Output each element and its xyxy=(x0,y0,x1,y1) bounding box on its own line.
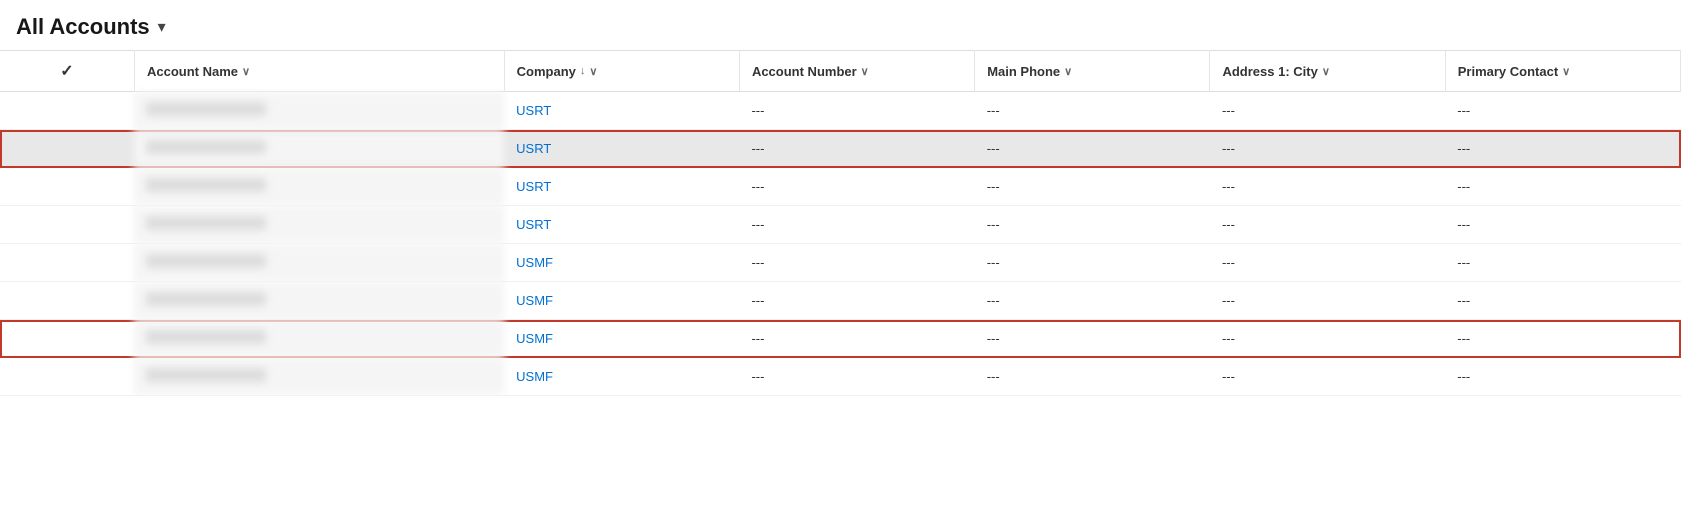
table-row[interactable]: USMF------------ xyxy=(0,358,1681,396)
cell-main-phone: --- xyxy=(975,168,1210,206)
page-header: All Accounts ▾ xyxy=(0,0,1681,50)
cell-company[interactable]: USMF xyxy=(504,282,739,320)
col-label-primary-contact: Primary Contact xyxy=(1458,64,1558,79)
cell-address-city: --- xyxy=(1210,244,1445,282)
cell-address-city: --- xyxy=(1210,282,1445,320)
col-sort-down-company: ↓ xyxy=(580,65,586,77)
cell-main-phone: --- xyxy=(975,206,1210,244)
table-row[interactable]: USRT------------ xyxy=(0,168,1681,206)
cell-check[interactable] xyxy=(0,320,134,358)
col-sort-chevron-address-city: ∨ xyxy=(1322,65,1330,78)
header-checkmark-icon: ✓ xyxy=(60,63,73,80)
table-row[interactable]: USRT------------ xyxy=(0,206,1681,244)
cell-primary-contact: --- xyxy=(1445,92,1680,130)
cell-account-number: --- xyxy=(739,168,974,206)
page-title: All Accounts xyxy=(16,14,150,40)
cell-primary-contact: --- xyxy=(1445,320,1680,358)
cell-address-city: --- xyxy=(1210,206,1445,244)
cell-company[interactable]: USRT xyxy=(504,168,739,206)
col-label-company: Company xyxy=(517,64,576,79)
cell-check[interactable] xyxy=(0,130,134,168)
cell-check[interactable] xyxy=(0,358,134,396)
cell-account-name[interactable] xyxy=(134,168,504,206)
cell-main-phone: --- xyxy=(975,244,1210,282)
title-chevron-icon[interactable]: ▾ xyxy=(158,17,166,37)
cell-address-city: --- xyxy=(1210,130,1445,168)
cell-company[interactable]: USRT xyxy=(504,92,739,130)
cell-account-name[interactable] xyxy=(134,358,504,396)
cell-account-name[interactable] xyxy=(134,244,504,282)
cell-check[interactable] xyxy=(0,244,134,282)
col-sort-chevron-account-name: ∨ xyxy=(242,65,250,78)
col-header-account-name[interactable]: Account Name ∨ xyxy=(134,51,504,92)
cell-main-phone: --- xyxy=(975,320,1210,358)
cell-primary-contact: --- xyxy=(1445,358,1680,396)
cell-account-name[interactable] xyxy=(134,320,504,358)
accounts-table: ✓ Account Name ∨ Company ↓ ∨ xyxy=(0,50,1681,396)
cell-address-city: --- xyxy=(1210,358,1445,396)
cell-main-phone: --- xyxy=(975,358,1210,396)
cell-account-number: --- xyxy=(739,358,974,396)
table-row[interactable]: USMF------------ xyxy=(0,320,1681,358)
col-label-main-phone: Main Phone xyxy=(987,64,1060,79)
cell-account-number: --- xyxy=(739,244,974,282)
cell-address-city: --- xyxy=(1210,168,1445,206)
cell-account-name[interactable] xyxy=(134,130,504,168)
cell-account-name[interactable] xyxy=(134,206,504,244)
company-link[interactable]: USRT xyxy=(516,141,551,156)
col-label-account-number: Account Number xyxy=(752,64,857,79)
col-label-account-name: Account Name xyxy=(147,64,238,79)
cell-main-phone: --- xyxy=(975,130,1210,168)
cell-account-number: --- xyxy=(739,320,974,358)
cell-account-number: --- xyxy=(739,282,974,320)
cell-account-name[interactable] xyxy=(134,282,504,320)
col-header-main-phone[interactable]: Main Phone ∨ xyxy=(975,51,1210,92)
cell-company[interactable]: USMF xyxy=(504,244,739,282)
company-link[interactable]: USRT xyxy=(516,103,551,118)
table-row[interactable]: USMF------------ xyxy=(0,244,1681,282)
company-link[interactable]: USRT xyxy=(516,217,551,232)
accounts-table-wrapper: ✓ Account Name ∨ Company ↓ ∨ xyxy=(0,50,1681,396)
cell-primary-contact: --- xyxy=(1445,168,1680,206)
table-row[interactable]: USRT------------ xyxy=(0,130,1681,168)
table-row[interactable]: USMF------------ xyxy=(0,282,1681,320)
cell-check[interactable] xyxy=(0,168,134,206)
cell-account-name[interactable] xyxy=(134,92,504,130)
col-sort-chevron-primary-contact: ∨ xyxy=(1562,65,1570,78)
cell-primary-contact: --- xyxy=(1445,244,1680,282)
col-header-check[interactable]: ✓ xyxy=(0,51,134,92)
cell-main-phone: --- xyxy=(975,282,1210,320)
cell-primary-contact: --- xyxy=(1445,206,1680,244)
cell-primary-contact: --- xyxy=(1445,282,1680,320)
col-sort-chevron-main-phone: ∨ xyxy=(1064,65,1072,78)
col-header-address-city[interactable]: Address 1: City ∨ xyxy=(1210,51,1445,92)
cell-company[interactable]: USMF xyxy=(504,358,739,396)
cell-check[interactable] xyxy=(0,92,134,130)
company-link[interactable]: USMF xyxy=(516,369,553,384)
company-link[interactable]: USRT xyxy=(516,179,551,194)
cell-company[interactable]: USMF xyxy=(504,320,739,358)
cell-primary-contact: --- xyxy=(1445,130,1680,168)
col-sort-chevron-account-number: ∨ xyxy=(861,65,869,78)
cell-account-number: --- xyxy=(739,206,974,244)
col-header-account-number[interactable]: Account Number ∨ xyxy=(739,51,974,92)
cell-check[interactable] xyxy=(0,206,134,244)
col-sort-chevron-company: ∨ xyxy=(589,65,597,78)
cell-company[interactable]: USRT xyxy=(504,130,739,168)
cell-account-number: --- xyxy=(739,92,974,130)
cell-account-number: --- xyxy=(739,130,974,168)
table-row[interactable]: USRT------------ xyxy=(0,92,1681,130)
col-label-address-city: Address 1: City xyxy=(1222,64,1317,79)
company-link[interactable]: USMF xyxy=(516,331,553,346)
company-link[interactable]: USMF xyxy=(516,255,553,270)
cell-address-city: --- xyxy=(1210,320,1445,358)
cell-address-city: --- xyxy=(1210,92,1445,130)
cell-company[interactable]: USRT xyxy=(504,206,739,244)
table-header-row: ✓ Account Name ∨ Company ↓ ∨ xyxy=(0,51,1681,92)
col-header-primary-contact[interactable]: Primary Contact ∨ xyxy=(1445,51,1680,92)
cell-check[interactable] xyxy=(0,282,134,320)
col-header-company[interactable]: Company ↓ ∨ xyxy=(504,51,739,92)
cell-main-phone: --- xyxy=(975,92,1210,130)
company-link[interactable]: USMF xyxy=(516,293,553,308)
